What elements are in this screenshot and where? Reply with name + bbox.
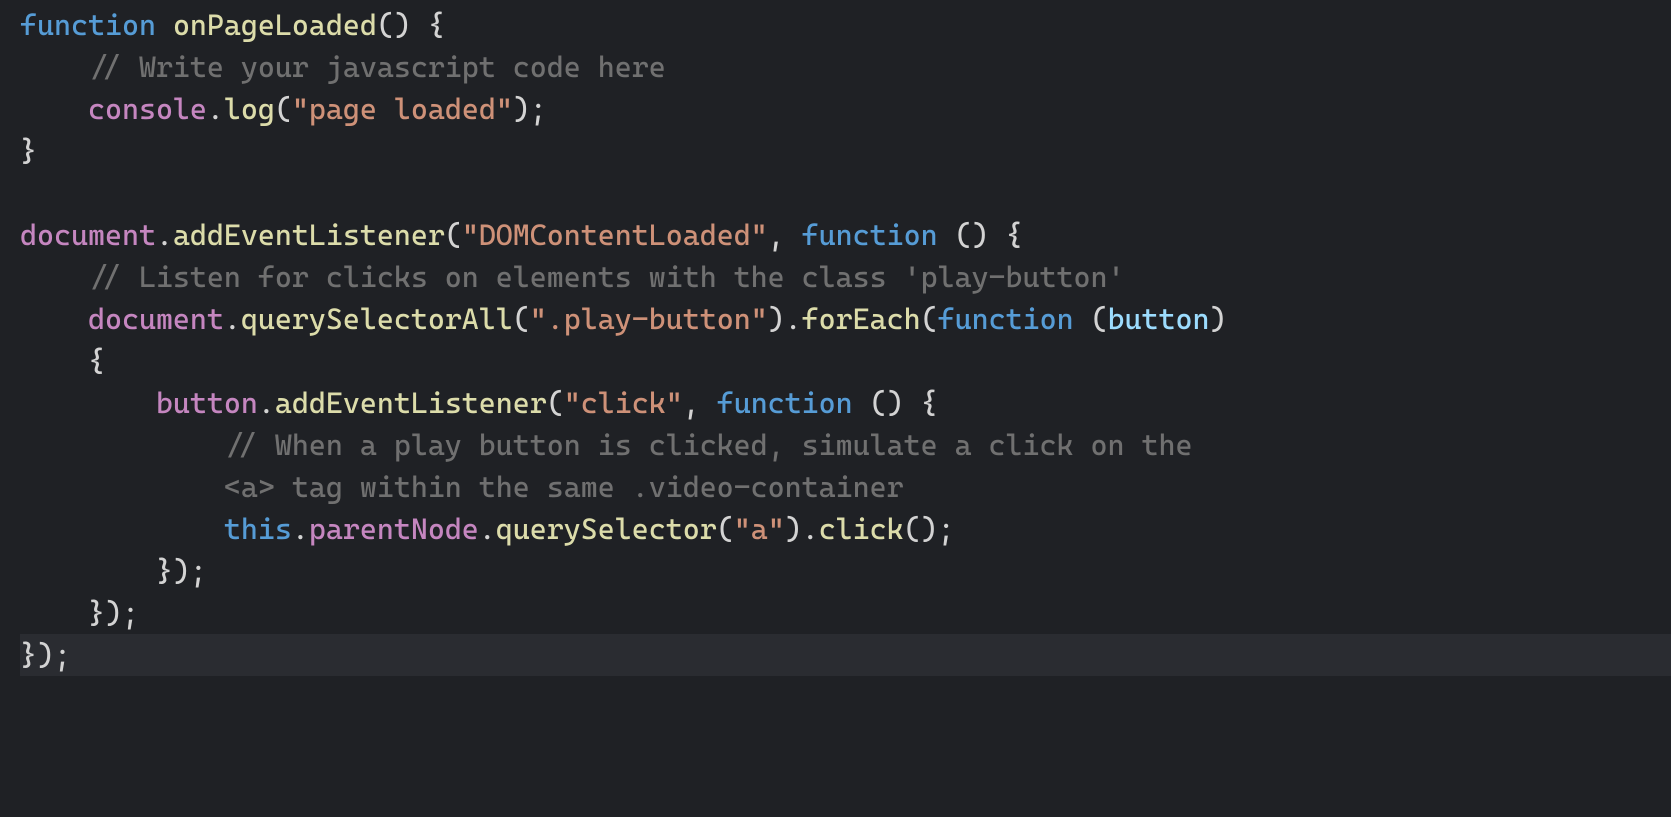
comment: // Write your javascript code here bbox=[88, 50, 666, 84]
method: addEventListener bbox=[275, 386, 547, 420]
code-line: document.addEventListener("DOMContentLoa… bbox=[20, 218, 1023, 252]
code-line: } bbox=[20, 134, 37, 168]
function-name: onPageLoaded bbox=[173, 8, 377, 42]
keyword-function: function bbox=[938, 302, 1074, 336]
code-line: }); bbox=[20, 596, 139, 630]
string: "a" bbox=[734, 512, 785, 546]
keyword-function: function bbox=[802, 218, 938, 252]
method: querySelector bbox=[496, 512, 717, 546]
comment: <a> tag within the same .video-container bbox=[224, 470, 904, 504]
parameter: button bbox=[1108, 302, 1210, 336]
identifier: button bbox=[156, 386, 258, 420]
code-line: button.addEventListener("click", functio… bbox=[20, 386, 938, 420]
keyword-this: this bbox=[224, 512, 292, 546]
code-line: { bbox=[20, 344, 105, 378]
code-line: // When a play button is clicked, simula… bbox=[20, 428, 1209, 462]
parens: () bbox=[377, 8, 411, 42]
string: "page loaded" bbox=[292, 92, 513, 126]
code-line: document.querySelectorAll(".play-button"… bbox=[20, 302, 1244, 336]
identifier: document bbox=[88, 302, 224, 336]
identifier: document bbox=[20, 218, 156, 252]
code-line-active: }); bbox=[20, 634, 1671, 676]
comment: // Listen for clicks on elements with th… bbox=[88, 260, 1125, 294]
brace: { bbox=[411, 8, 445, 42]
property: parentNode bbox=[309, 512, 479, 546]
code-editor[interactable]: function onPageLoaded() { // Write your … bbox=[0, 0, 1671, 676]
method: querySelectorAll bbox=[241, 302, 513, 336]
method: addEventListener bbox=[173, 218, 445, 252]
method: click bbox=[819, 512, 904, 546]
code-line: console.log("page loaded"); bbox=[20, 92, 547, 126]
code-line: this.parentNode.querySelector("a").click… bbox=[20, 512, 955, 546]
code-line: }); bbox=[20, 554, 207, 588]
string: "DOMContentLoaded" bbox=[462, 218, 768, 252]
code-line: // Write your javascript code here bbox=[20, 50, 666, 84]
keyword-function: function bbox=[717, 386, 853, 420]
comment: // When a play button is clicked, simula… bbox=[224, 428, 1210, 462]
keyword-function: function bbox=[20, 8, 156, 42]
code-line: <a> tag within the same .video-container bbox=[20, 470, 904, 504]
string: ".play-button" bbox=[530, 302, 768, 336]
code-line: // Listen for clicks on elements with th… bbox=[20, 260, 1125, 294]
code-line: function onPageLoaded() { bbox=[20, 8, 445, 42]
method: forEach bbox=[802, 302, 921, 336]
string: "click" bbox=[564, 386, 683, 420]
method: log bbox=[224, 92, 275, 126]
identifier: console bbox=[88, 92, 207, 126]
